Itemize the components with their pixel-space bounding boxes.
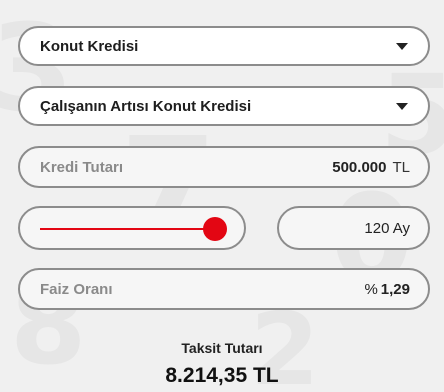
term-field[interactable]: 120 Ay	[277, 206, 430, 250]
interest-rate-field[interactable]: Faiz Oranı % 1,29	[18, 268, 430, 310]
chevron-down-icon	[396, 102, 408, 110]
interest-rate-prefix: %	[364, 280, 378, 298]
chevron-down-icon	[396, 42, 408, 50]
loan-type-selected-value: Konut Kredisi	[40, 37, 139, 55]
loan-amount-value[interactable]: 500.000	[332, 159, 386, 176]
term-slider[interactable]	[18, 206, 246, 250]
term-slider-fill	[40, 228, 215, 230]
loan-amount-unit: TL	[392, 158, 410, 176]
interest-rate-value[interactable]: 1,29	[381, 281, 410, 298]
installment-amount: 8.214,35 TL	[165, 364, 279, 387]
term-slider-handle[interactable]	[202, 217, 227, 241]
term-value[interactable]: 120 Ay	[364, 220, 410, 237]
loan-product-selected-value: Çalışanın Artısı Konut Kredisi	[40, 97, 252, 115]
installment-label: Taksit Tutarı	[181, 340, 263, 356]
term-slider-track[interactable]	[40, 217, 227, 241]
loan-amount-field[interactable]: Kredi Tutarı 500.000 TL	[18, 146, 430, 188]
interest-rate-label: Faiz Oranı	[40, 280, 113, 298]
loan-type-select[interactable]: Konut Kredisi	[18, 26, 430, 66]
loan-amount-label: Kredi Tutarı	[40, 158, 124, 176]
loan-product-select[interactable]: Çalışanın Artısı Konut Kredisi	[18, 86, 430, 126]
